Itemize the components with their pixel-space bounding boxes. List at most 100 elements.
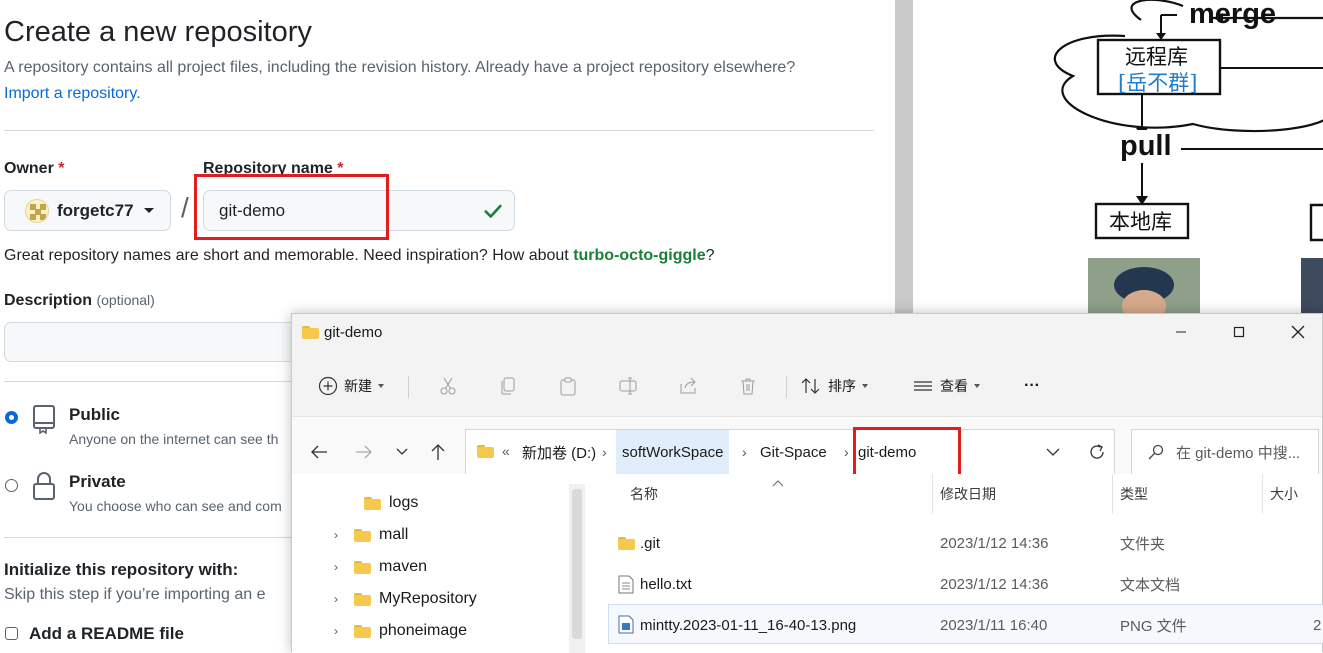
share-button[interactable] [678, 366, 698, 406]
file-name: mintty.2023-01-11_16-40-13.png [640, 616, 857, 634]
tree-scrollbar-thumb[interactable] [572, 489, 582, 639]
view-button[interactable]: 查看 [912, 366, 980, 406]
column-divider[interactable] [1262, 474, 1263, 514]
file-name: hello.txt [640, 575, 692, 593]
paste-button[interactable] [558, 366, 578, 406]
back-arrow-icon[interactable] [310, 444, 328, 460]
delete-button[interactable] [738, 366, 758, 406]
refresh-icon[interactable] [1088, 443, 1106, 461]
chevron-right-icon[interactable]: › [334, 592, 344, 606]
file-type: 文件夹 [1120, 535, 1166, 553]
remote-repo-owner: [岳不群] [1118, 71, 1198, 95]
readme-checkbox[interactable] [5, 627, 18, 640]
tree-item-phoneimage[interactable]: › phoneimage [334, 615, 467, 647]
private-title: Private [69, 472, 126, 491]
paste-icon [560, 377, 576, 396]
close-icon [1291, 325, 1305, 339]
up-arrow-icon[interactable] [430, 443, 446, 461]
chevron-right-icon[interactable]: › [334, 528, 344, 542]
file-type: 文本文档 [1120, 576, 1181, 594]
toolbar-divider [408, 376, 409, 398]
file-row-hello[interactable]: hello.txt 2023/1/12 14:36 文本文档 [608, 564, 1323, 604]
git-diagram: merge 远程库 [岳不群] pull 本地库 [913, 0, 1323, 320]
file-name: .git [640, 534, 661, 552]
column-header-name[interactable]: 名称 [630, 474, 658, 514]
chevron-right-icon: › [844, 444, 849, 460]
window-title: git-demo [324, 324, 383, 341]
owner-name: forgetc77 [57, 200, 134, 220]
folder-icon [354, 624, 371, 638]
chevron-down-icon [378, 384, 384, 388]
name-hint: Great repository names are short and mem… [4, 247, 715, 264]
column-header-type[interactable]: 类型 [1120, 474, 1148, 514]
readme-label: Add a README file [29, 624, 184, 643]
maximize-button[interactable] [1210, 314, 1268, 350]
breadcrumb-drive[interactable]: 新加卷 (D:) [518, 430, 600, 474]
sort-icon [801, 378, 820, 394]
column-divider[interactable] [932, 474, 933, 514]
file-modified: 2023/1/11 16:40 [940, 616, 1048, 634]
initialize-title: Initialize this repository with: [4, 560, 239, 579]
chevron-down-icon[interactable] [1046, 448, 1060, 457]
tree-item-maven[interactable]: › maven [334, 551, 427, 583]
column-header-size[interactable]: 大小 [1270, 474, 1298, 514]
file-row-git[interactable]: .git 2023/1/12 14:36 文件夹 [608, 523, 1323, 563]
owner-repo-separator: / [181, 192, 189, 223]
tree-item-logs[interactable]: › logs [334, 487, 418, 519]
repo-book-icon [33, 405, 55, 434]
chevron-right-icon[interactable]: › [334, 624, 344, 638]
search-icon [1148, 444, 1164, 460]
suggested-name[interactable]: turbo-octo-giggle [573, 247, 705, 264]
close-button[interactable] [1269, 314, 1323, 350]
file-type: PNG 文件 [1120, 617, 1187, 635]
navigation-bar: « 新加卷 (D:) › softWorkSpace › Git-Space ›… [292, 416, 1322, 485]
public-radio[interactable] [5, 411, 18, 424]
check-icon [484, 204, 502, 218]
image-file-icon [618, 615, 634, 634]
pull-label: pull [1116, 130, 1176, 163]
merge-label: merge [1189, 0, 1277, 30]
copy-button[interactable] [498, 366, 518, 406]
folder-icon [302, 326, 319, 339]
chevron-right-icon[interactable]: › [334, 560, 344, 574]
private-radio[interactable] [5, 479, 18, 492]
column-header-modified[interactable]: 修改日期 [940, 474, 996, 514]
folder-icon [364, 496, 381, 510]
folder-icon [477, 445, 494, 458]
breadcrumb-overflow[interactable]: « [502, 443, 510, 459]
title-bar[interactable]: git-demo [292, 314, 1322, 352]
rename-icon [619, 377, 637, 395]
folder-icon [354, 592, 371, 606]
column-divider[interactable] [1112, 474, 1113, 514]
view-list-icon [914, 381, 932, 391]
chevron-right-icon: › [602, 444, 607, 460]
tree-item-myrepository[interactable]: › MyRepository [334, 583, 477, 615]
more-options-button[interactable]: ··· [1024, 366, 1040, 406]
recent-locations-chevron-icon[interactable] [396, 448, 408, 456]
text-file-icon [618, 575, 634, 594]
file-row-mintty-png[interactable]: mintty.2023-01-11_16-40-13.png 2023/1/11… [608, 604, 1323, 644]
lock-icon [33, 472, 55, 500]
import-repository-link[interactable]: Import a repository. [4, 85, 141, 103]
sort-button[interactable]: 排序 [800, 366, 868, 406]
scissors-icon [440, 377, 456, 395]
tree-item-mall[interactable]: › mall [334, 519, 408, 551]
avatar [25, 198, 49, 223]
command-bar: 新建 排序 查看 ··· [292, 366, 1322, 406]
minimize-button[interactable] [1152, 314, 1210, 350]
chevron-right-icon: › [742, 444, 747, 460]
search-input[interactable]: 在 git-demo 中搜... [1131, 429, 1319, 475]
forward-arrow-icon[interactable] [355, 444, 373, 460]
address-bar[interactable]: « 新加卷 (D:) › softWorkSpace › Git-Space ›… [465, 429, 1115, 475]
new-button[interactable]: 新建 [318, 366, 384, 406]
sort-ascending-icon [772, 480, 784, 487]
owner-dropdown[interactable]: forgetc77 [4, 190, 171, 231]
owner-label: Owner * [4, 160, 65, 177]
rename-button[interactable] [618, 366, 638, 406]
chevron-down-icon [974, 384, 980, 388]
breadcrumb-git-space[interactable]: Git-Space [756, 430, 831, 474]
file-modified: 2023/1/12 14:36 [940, 534, 1049, 552]
file-modified: 2023/1/12 14:36 [940, 575, 1049, 593]
cut-button[interactable] [438, 366, 458, 406]
breadcrumb-softworkspace[interactable]: softWorkSpace [616, 430, 730, 474]
